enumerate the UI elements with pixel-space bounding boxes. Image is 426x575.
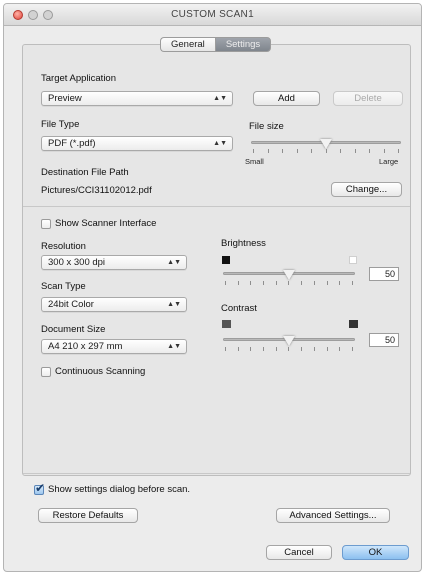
- tick-mark: [225, 281, 226, 285]
- tick-mark: [237, 347, 239, 351]
- add-button[interactable]: Add: [253, 91, 320, 106]
- advanced-settings-button[interactable]: Advanced Settings...: [276, 508, 390, 523]
- light-swatch-icon: [349, 256, 357, 264]
- contrast-slider-thumb[interactable]: [283, 336, 295, 346]
- restore-defaults-button[interactable]: Restore Defaults: [38, 508, 138, 523]
- document-size-value: A4 210 x 297 mm: [48, 341, 123, 352]
- cancel-button[interactable]: Cancel: [266, 545, 332, 560]
- tick-mark: [301, 347, 303, 351]
- destination-path-label: Destination File Path: [41, 167, 129, 178]
- target-application-value: Preview: [48, 93, 82, 104]
- tab-settings[interactable]: Settings: [214, 37, 272, 52]
- brightness-value-field[interactable]: 50: [369, 267, 399, 281]
- tab-general[interactable]: General: [160, 37, 215, 52]
- tab-bar: General Settings: [160, 37, 272, 52]
- scan-type-select[interactable]: 24bit Color ▲▼: [41, 297, 187, 312]
- tick-mark: [282, 149, 283, 153]
- target-application-select[interactable]: Preview ▲▼: [41, 91, 233, 106]
- file-type-label: File Type: [41, 119, 80, 130]
- show-settings-dialog-checkbox[interactable]: ✔: [34, 481, 46, 495]
- file-type-select[interactable]: PDF (*.pdf) ▲▼: [41, 136, 233, 151]
- tick-mark: [351, 281, 353, 285]
- tick-mark: [383, 149, 385, 153]
- separator: [23, 473, 410, 474]
- checkmark-icon: ✔: [35, 481, 46, 495]
- tick-mark: [340, 149, 341, 153]
- show-settings-dialog-label: Show settings dialog before scan.: [48, 484, 191, 495]
- tick-mark: [326, 281, 328, 285]
- scan-type-value: 24bit Color: [48, 299, 94, 310]
- tick-mark: [339, 347, 341, 351]
- tick-mark: [237, 281, 239, 285]
- tick-mark: [267, 149, 269, 153]
- select-arrows-icon: ▲▼: [167, 343, 181, 350]
- tick-mark: [313, 347, 315, 351]
- resolution-label: Resolution: [41, 241, 86, 252]
- tick-mark: [250, 281, 252, 285]
- separator: [23, 206, 410, 207]
- tick-mark: [288, 281, 290, 285]
- tick-mark: [253, 149, 254, 153]
- tick-mark: [275, 281, 277, 285]
- contrast-value-field[interactable]: 50: [369, 333, 399, 347]
- settings-panel: Target Application Preview ▲▼ Add Delete…: [22, 44, 411, 476]
- contrast-label: Contrast: [221, 303, 257, 314]
- show-scanner-interface-label: Show Scanner Interface: [55, 218, 157, 229]
- resolution-value: 300 x 300 dpi: [48, 257, 106, 268]
- tick-mark: [325, 149, 327, 153]
- tick-mark: [225, 347, 226, 351]
- file-type-value: PDF (*.pdf): [48, 138, 96, 149]
- delete-button[interactable]: Delete: [333, 91, 403, 106]
- tick-mark: [369, 149, 370, 153]
- title-bar: CUSTOM SCAN1: [4, 4, 421, 26]
- tick-mark: [354, 149, 356, 153]
- tick-mark: [296, 149, 298, 153]
- resolution-select[interactable]: 300 x 300 dpi ▲▼: [41, 255, 187, 270]
- tick-mark: [263, 281, 265, 285]
- brightness-ticks: [225, 281, 353, 285]
- low-contrast-icon: [222, 320, 231, 328]
- file-size-small-label: Small: [245, 157, 264, 166]
- brightness-slider-thumb[interactable]: [283, 270, 295, 280]
- tick-mark: [339, 281, 341, 285]
- document-size-select[interactable]: A4 210 x 297 mm ▲▼: [41, 339, 187, 354]
- ok-button[interactable]: OK: [342, 545, 409, 560]
- select-arrows-icon: ▲▼: [213, 95, 227, 102]
- file-size-large-label: Large: [379, 157, 399, 166]
- tick-mark: [313, 281, 315, 285]
- continuous-scanning-label: Continuous Scanning: [55, 366, 146, 377]
- window-title: CUSTOM SCAN1: [171, 9, 254, 20]
- tick-mark: [263, 347, 265, 351]
- tick-mark: [288, 347, 290, 351]
- select-arrows-icon: ▲▼: [167, 259, 181, 266]
- brightness-label: Brightness: [221, 238, 266, 249]
- destination-path-value: Pictures/CCI31102012.pdf: [41, 185, 152, 196]
- tick-mark: [398, 149, 399, 153]
- file-size-ticks: [253, 149, 399, 153]
- scan-type-label: Scan Type: [41, 281, 86, 292]
- target-application-label: Target Application: [41, 73, 116, 84]
- tick-mark: [301, 281, 303, 285]
- document-size-label: Document Size: [41, 324, 106, 335]
- contrast-ticks: [225, 347, 353, 351]
- change-button[interactable]: Change...: [331, 182, 402, 197]
- high-contrast-icon: [349, 320, 358, 328]
- dark-swatch-icon: [222, 256, 230, 264]
- continuous-scanning-checkbox[interactable]: [41, 367, 51, 377]
- file-size-label: File size: [249, 121, 284, 132]
- tick-mark: [311, 149, 312, 153]
- select-arrows-icon: ▲▼: [213, 140, 227, 147]
- tick-mark: [275, 347, 277, 351]
- file-size-slider-thumb[interactable]: [320, 139, 332, 149]
- tick-mark: [250, 347, 252, 351]
- tick-mark: [326, 347, 328, 351]
- show-scanner-interface-checkbox[interactable]: [41, 219, 51, 229]
- tick-mark: [351, 347, 353, 351]
- select-arrows-icon: ▲▼: [167, 301, 181, 308]
- custom-scan-window: CUSTOM SCAN1 General Settings Target App…: [3, 3, 422, 572]
